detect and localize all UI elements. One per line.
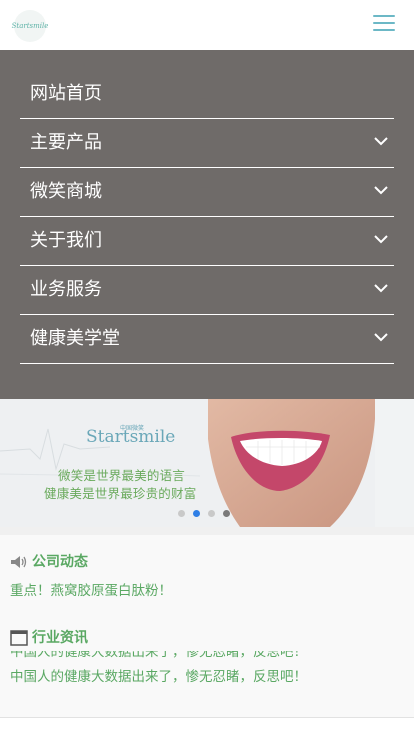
nav-item-mall[interactable]: 微笑商城 [20, 168, 394, 217]
industry-news-heading: 行业资讯 [10, 629, 88, 647]
logo-text: Startsmile [11, 22, 49, 30]
nav-item-about[interactable]: 关于我们 [20, 217, 394, 266]
company-news-heading: 公司动态 [10, 553, 88, 571]
company-news-item[interactable]: 重点！燕窝胶原蛋白肽粉！ [10, 582, 172, 600]
chevron-down-icon[interactable] [374, 185, 388, 195]
chevron-down-icon[interactable] [374, 136, 388, 146]
chevron-down-icon[interactable] [374, 283, 388, 293]
site-logo[interactable]: Startsmile [11, 10, 49, 42]
nav-item-academy[interactable]: 健康美学堂 [20, 315, 394, 364]
nav-item-label: 业务服务 [30, 279, 102, 300]
nav-item-label: 微笑商城 [30, 181, 102, 202]
carousel-dot[interactable] [178, 510, 185, 517]
nav-item-home[interactable]: 网站首页 [20, 70, 394, 119]
banner-slogan-1: 微笑是世界最美的语言 [58, 468, 186, 483]
banner-brand: Startsmile [86, 427, 176, 447]
carousel-dot[interactable] [223, 510, 230, 517]
company-news-title: 公司动态 [32, 554, 88, 570]
footer [0, 718, 414, 736]
top-bar: Startsmile [0, 0, 414, 50]
nav-list: 网站首页 主要产品 微笑商城 关于我们 业务服务 健康美学堂 [20, 70, 394, 364]
hamburger-icon[interactable] [373, 15, 395, 35]
nav-item-label: 健康美学堂 [30, 328, 120, 349]
chevron-down-icon[interactable] [374, 234, 388, 244]
banner-slogan-2: 健康美是世界最珍贵的财富 [44, 486, 197, 501]
nav-item-label: 网站首页 [30, 83, 102, 104]
nav-item-label: 主要产品 [30, 132, 102, 153]
hero-banner[interactable]: 中国微笑 Startsmile 微笑是世界最美的语言 健康美是世界最珍贵的财富 [0, 399, 414, 527]
nav-item-label: 关于我们 [30, 230, 102, 251]
speaker-icon [11, 556, 27, 568]
industry-news-item[interactable]: 中国人的健康大数据出来了，惨无忍睹，反思吧！ [10, 668, 307, 686]
nav-item-services[interactable]: 业务服务 [20, 266, 394, 315]
scrolling-news-item[interactable]: 中国人的健康大数据出来了，惨无忍睹，反思吧！ [10, 651, 307, 660]
nav-menu: 网站首页 主要产品 微笑商城 关于我们 业务服务 健康美学堂 [0, 50, 414, 399]
carousel-dot-active[interactable] [193, 510, 200, 517]
carousel-dots [178, 510, 230, 517]
section-divider [0, 527, 414, 535]
banner-illustration [0, 399, 414, 527]
chevron-down-icon[interactable] [374, 332, 388, 342]
carousel-dot[interactable] [208, 510, 215, 517]
window-icon [10, 630, 28, 646]
scrolling-news-clip: 中国人的健康大数据出来了，惨无忍睹，反思吧！ [10, 651, 332, 660]
nav-item-products[interactable]: 主要产品 [20, 119, 394, 168]
industry-news-title: 行业资讯 [32, 630, 88, 646]
